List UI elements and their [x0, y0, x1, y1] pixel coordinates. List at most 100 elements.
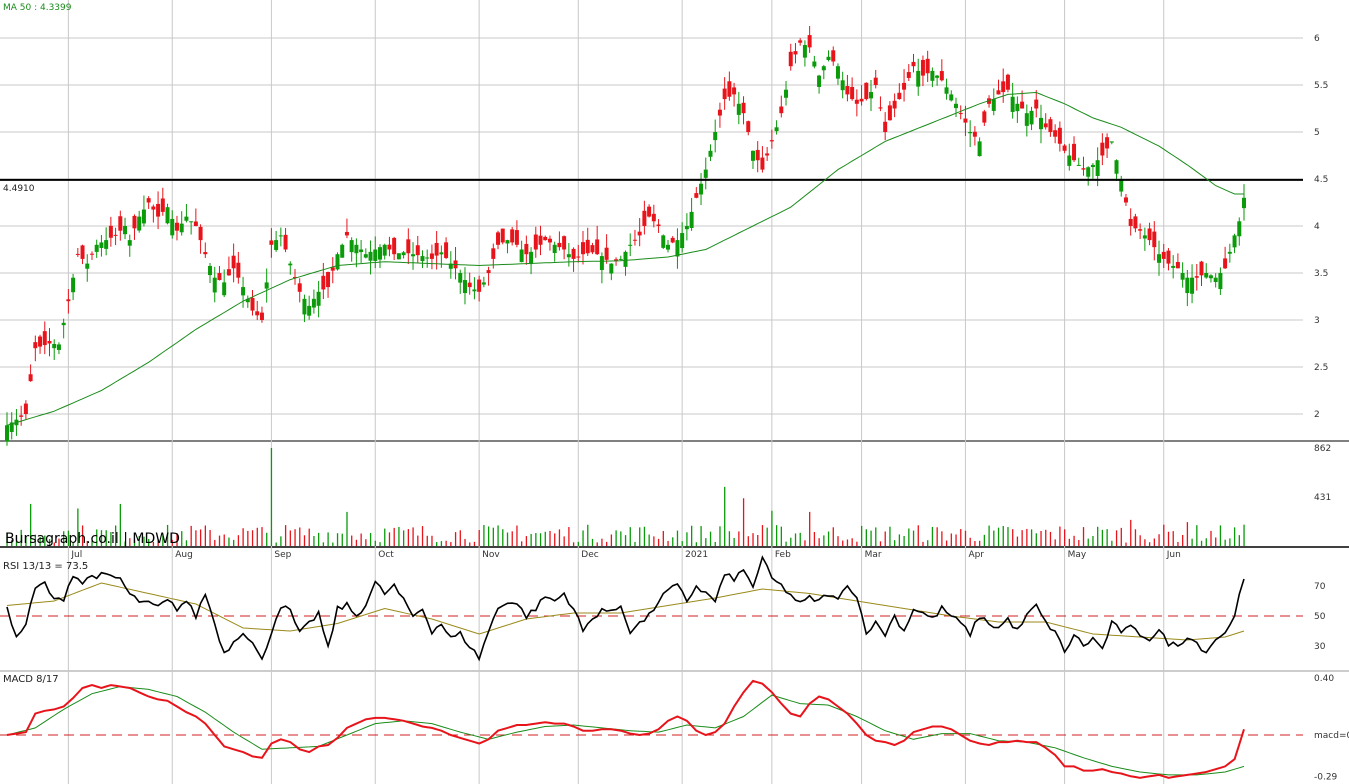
volume-bar [657, 538, 660, 546]
candle-body [1005, 74, 1010, 90]
candle-body [939, 71, 944, 81]
volume-bar [757, 535, 759, 546]
candle-body [529, 251, 534, 265]
x-tick-label: Jun [1166, 550, 1181, 560]
candle-body [462, 280, 467, 294]
candle-body [179, 223, 184, 233]
volume-bar [629, 527, 631, 546]
candle-body [311, 298, 316, 308]
candle-body [1119, 179, 1124, 192]
candle-body [477, 279, 482, 292]
volume-bar [247, 530, 249, 546]
candle-body [887, 105, 892, 121]
candle-body [250, 297, 255, 311]
volume-bar [832, 527, 834, 546]
price-tick-label: 2 [1314, 410, 1320, 420]
candle-body [444, 242, 449, 258]
volume-bar [289, 530, 291, 546]
candle-body [28, 374, 33, 382]
candle-body [335, 254, 340, 270]
candle-body [458, 273, 463, 283]
volume-bar [653, 536, 655, 546]
candle-body [859, 98, 864, 102]
volume-bar [1233, 527, 1236, 546]
candle-body [897, 92, 902, 100]
rsi-line [6, 555, 1245, 662]
x-tick-label: Nov [482, 550, 500, 560]
price-tick-label: 5.5 [1314, 81, 1328, 91]
candle-body [637, 231, 642, 236]
price-candles [5, 25, 1246, 446]
volume-bar [284, 525, 287, 546]
candle-body [236, 262, 241, 278]
candle-body [750, 150, 755, 161]
candle-body [137, 216, 142, 231]
candle-body [217, 273, 222, 281]
candle-body [344, 231, 349, 236]
candle-body [727, 81, 732, 97]
candle-body [123, 226, 128, 235]
volume-bar [582, 530, 584, 546]
volume-bar [615, 530, 617, 546]
candle-body [1237, 221, 1242, 237]
candle-body [118, 216, 123, 231]
x-tick-label: May [1068, 550, 1087, 560]
volume-bar [964, 530, 967, 546]
candle-body [1190, 277, 1195, 294]
volume-bar [695, 542, 698, 546]
volume-bar [804, 540, 806, 546]
volume-bar [1068, 538, 1071, 546]
candle-body [1142, 235, 1147, 239]
volume-bar [568, 527, 570, 546]
volume-bar [365, 539, 367, 546]
x-tick-label: Jul [70, 550, 82, 560]
volume-bar [1120, 527, 1122, 546]
candle-body [741, 102, 746, 114]
volume-bar [261, 527, 263, 546]
candle-body [71, 277, 76, 293]
volume-bar [1045, 529, 1047, 546]
volume-bar [1063, 529, 1066, 546]
volume-bar [256, 527, 258, 546]
candle-body [132, 215, 137, 229]
candle-body [590, 245, 595, 253]
rsi-tick-label: 30 [1314, 642, 1326, 652]
candle-body [99, 242, 104, 248]
volume-bar [228, 537, 230, 546]
volume-bar [280, 536, 282, 546]
candle-body [694, 193, 699, 198]
candle-body [283, 234, 288, 250]
volume-bar [266, 532, 268, 546]
candle-body [278, 235, 283, 237]
candle-body [80, 245, 85, 259]
candle-body [340, 244, 345, 258]
volume-bar [521, 541, 523, 546]
candle-body [1114, 160, 1119, 174]
candle-body [873, 77, 878, 85]
candle-body [519, 249, 524, 263]
candle-body [500, 228, 505, 243]
x-tick-label: Sep [274, 550, 291, 560]
candle-body [585, 239, 590, 254]
volume-bar [662, 530, 664, 546]
candle-body [651, 213, 656, 222]
volume-bar [398, 526, 400, 546]
volume-bar [1215, 537, 1217, 546]
volume-bar [1238, 535, 1240, 546]
macd-signal-line [6, 685, 1245, 776]
candle-body [703, 169, 708, 178]
candle-body [798, 40, 803, 43]
candle-body [1038, 117, 1043, 130]
candle-body [373, 249, 378, 261]
candle-body [1128, 218, 1133, 226]
volume-bar [879, 541, 882, 546]
candle-body [113, 234, 118, 236]
volume-bar [393, 527, 395, 546]
candle-body [788, 51, 793, 67]
candle-body [670, 237, 675, 243]
candle-body [566, 254, 571, 258]
x-tick-label: Feb [775, 550, 791, 560]
chart-grid [0, 0, 1349, 784]
candle-body [642, 210, 647, 226]
candle-body [557, 242, 562, 248]
